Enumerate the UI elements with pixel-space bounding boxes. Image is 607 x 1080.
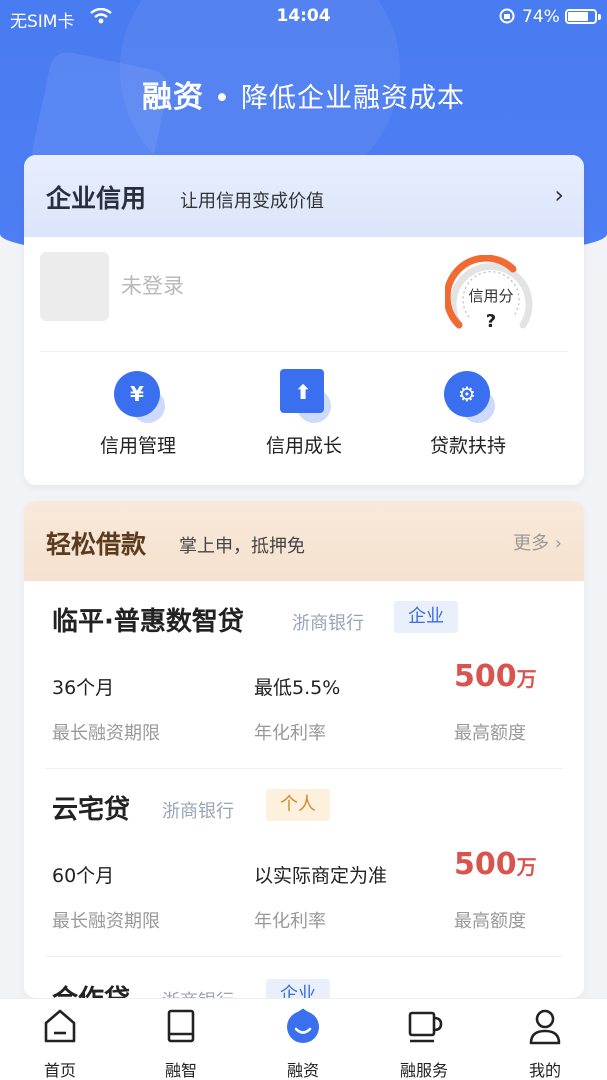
login-status[interactable]: 未登录: [121, 270, 184, 300]
cup-icon: [408, 1011, 443, 1043]
user-icon: [529, 1009, 561, 1045]
loan-rate: 最低5.5%: [254, 677, 341, 699]
battery-icon: [565, 9, 601, 24]
loan-term-label: 最长融资期限: [52, 911, 160, 932]
credit-header[interactable]: 企业信用 让用信用变成价值 ›: [24, 155, 584, 237]
credit-growth-button[interactable]: ⬆ 信用成长: [224, 367, 384, 458]
loan-name: 云宅贷: [52, 795, 131, 825]
finance-icon: [287, 1008, 319, 1043]
tab-wisdom[interactable]: 融智: [136, 1005, 226, 1080]
loan-bank: 浙商银行: [292, 613, 364, 634]
loan-rate: 以实际商定为准: [254, 865, 388, 887]
divider: [40, 351, 568, 352]
loan-amount-label: 最高额度: [454, 911, 526, 932]
gauge-value: ?: [485, 311, 497, 332]
title-dot: •: [214, 83, 231, 114]
tab-services[interactable]: 融服务: [379, 1005, 469, 1080]
avatar[interactable]: [40, 252, 109, 321]
more-link[interactable]: 更多 ›: [513, 529, 562, 555]
loan-amount: 500万: [454, 659, 537, 694]
loan-amount-label: 最高额度: [454, 723, 526, 744]
loan-header: 轻松借款 掌上申，抵押免 更多 ›: [24, 501, 584, 581]
credit-subtitle: 让用信用变成价值: [180, 191, 324, 212]
loan-term-label: 最长融资期限: [52, 723, 160, 744]
divider: [46, 768, 562, 769]
tab-finance[interactable]: 融资: [258, 1005, 348, 1080]
credit-growth-label: 信用成长: [265, 435, 342, 457]
divider: [46, 956, 562, 957]
orientation-lock-icon: [499, 8, 515, 24]
loan-item[interactable]: 合作贷 浙商银行 企业: [24, 979, 584, 998]
page-title: 融资 • 降低企业融资成本: [0, 72, 607, 116]
loan-tag: 企业: [394, 601, 458, 633]
loan-term: 60个月: [52, 865, 115, 887]
loan-item[interactable]: 临平·普惠数智贷 浙商银行 企业 36个月 最低5.5% 500万 最长融资期限…: [24, 601, 584, 791]
loan-bank: 浙商银行: [162, 987, 234, 998]
loan-rate-label: 年化利率: [254, 911, 326, 932]
status-bar: 无SIM卡 14:04 74%: [0, 0, 607, 34]
loan-name: 临平·普惠数智贷: [52, 607, 244, 637]
loan-tag: 企业: [266, 979, 330, 998]
loan-amount: 500万: [454, 847, 537, 882]
loan-subtitle: 掌上申，抵押免: [179, 536, 305, 557]
home-icon: [44, 1009, 76, 1043]
loan-title: 轻松借款: [46, 530, 147, 559]
title-slogan: 降低企业融资成本: [240, 83, 465, 114]
credit-card: 企业信用 让用信用变成价值 › 未登录 信用分 ? ¥ 信用管理 ⬆ 信用成长 …: [24, 155, 584, 485]
tab-mine[interactable]: 我的: [500, 1005, 590, 1080]
battery-percent: 74%: [522, 7, 560, 27]
credit-manage-label: 信用管理: [99, 435, 176, 457]
tab-home[interactable]: 首页: [15, 1005, 105, 1080]
title-main: 融资: [142, 80, 205, 115]
tab-bar: 首页 融智 融资 融服务 我的: [0, 998, 607, 1080]
gauge-label: 信用分: [468, 287, 514, 305]
loan-rate-label: 年化利率: [254, 723, 326, 744]
book-icon: [167, 1009, 195, 1043]
chevron-right-icon[interactable]: ›: [554, 181, 564, 209]
easy-loan-card: 轻松借款 掌上申，抵押免 更多 › 临平·普惠数智贷 浙商银行 企业 36个月 …: [24, 501, 584, 998]
loan-term: 36个月: [52, 677, 115, 699]
credit-manage-button[interactable]: ¥ 信用管理: [58, 367, 218, 458]
loan-support-button[interactable]: ⚙ 贷款扶持: [388, 367, 548, 458]
loan-name: 合作贷: [52, 979, 130, 998]
loan-tag: 个人: [266, 789, 330, 821]
loan-support-label: 贷款扶持: [429, 435, 506, 457]
credit-title: 企业信用: [46, 184, 147, 213]
loan-bank: 浙商银行: [162, 801, 234, 822]
loan-item[interactable]: 云宅贷 浙商银行 个人 60个月 以实际商定为准 500万 最长融资期限 年化利…: [24, 789, 584, 979]
